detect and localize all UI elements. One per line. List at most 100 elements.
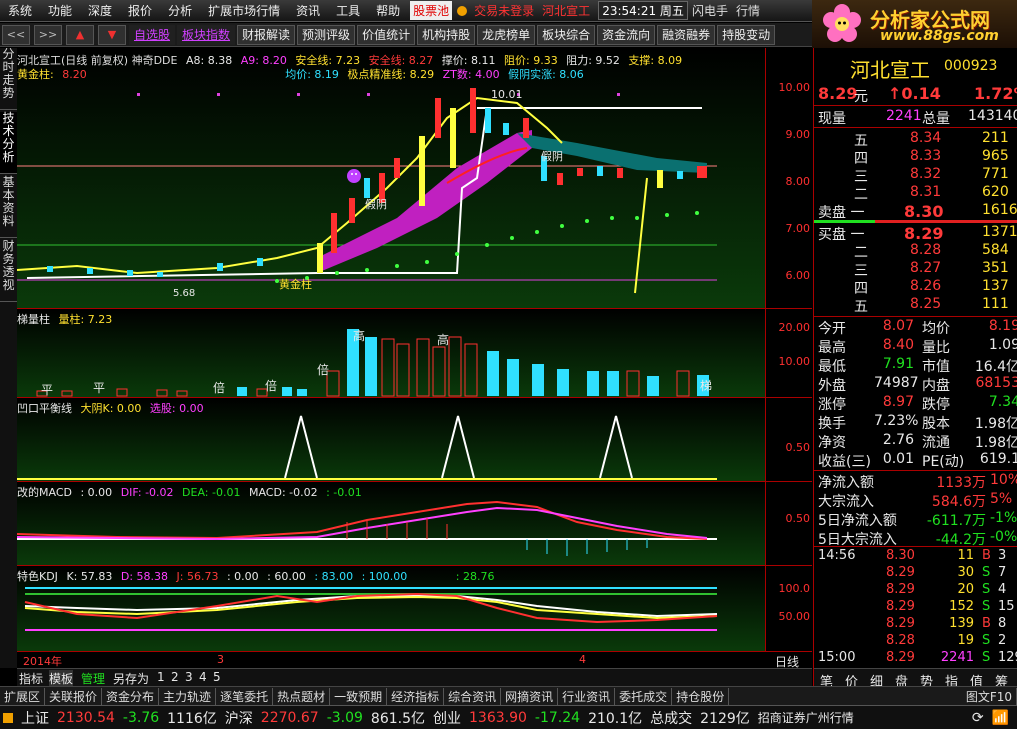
function-tab[interactable]: 持仓股份 (672, 687, 730, 705)
financial-report-button[interactable]: 财报解读 (237, 24, 296, 45)
ask-volume: 1616 (982, 202, 1017, 218)
ask-level: 卖盘 一 (818, 205, 865, 221)
function-tab[interactable]: 行业资讯 (558, 687, 616, 705)
ask-volume: 620 (982, 184, 1009, 200)
menu-item-analysis[interactable]: 分析 (160, 2, 200, 19)
prev-page-icon[interactable]: << (2, 24, 30, 45)
volume-chart (36, 329, 709, 397)
function-tab[interactable]: 关联报价 (45, 687, 103, 705)
function-tab[interactable]: 资金分布 (102, 687, 160, 705)
chart-area[interactable]: 河北宣工(日线 前复权) 神奇DDE A8: 8.38 A9: 8.20 安全线… (17, 48, 812, 669)
network-icon[interactable]: 📶 (992, 710, 1009, 726)
function-tab[interactable]: 委托成交 (615, 687, 673, 705)
tab-template[interactable]: 模板 (49, 670, 74, 687)
function-tab[interactable]: 经济指标 (387, 687, 445, 705)
stock-code: 000923 (944, 58, 998, 74)
ask-row[interactable]: 五 8.34 211 (818, 130, 1017, 149)
current-stock-label: 河北宣工 (542, 4, 591, 18)
ask-row[interactable]: 三 8.32 771 (818, 166, 1017, 185)
dragon-tiger-button[interactable]: 龙虎榜单 (477, 24, 536, 45)
macd-v0: : 0.00 (80, 486, 113, 499)
hs-value: 2270.67 (260, 709, 319, 726)
tick-price: 8.29 (886, 616, 915, 631)
bid-row[interactable]: 三 8.27 351 (818, 260, 1017, 279)
tab-profile[interactable]: 基本资料 (0, 176, 17, 238)
balance-panel[interactable]: 凹口平衡线 大阴K: 0.00 选股: 0.00 (17, 398, 765, 481)
market-button[interactable]: 行情 (732, 2, 764, 19)
next-page-icon[interactable]: >> (34, 24, 62, 45)
menu-item-extended-market[interactable]: 扩展市场行情 (200, 2, 288, 19)
site-logo: 分析家公式网 www.88gs.com (812, 0, 1017, 48)
ask-price: 8.31 (910, 184, 942, 200)
menu-item-function[interactable]: 功能 (40, 2, 80, 19)
cy-label[interactable]: 创业 (433, 708, 461, 728)
vol-label: 平 (93, 381, 106, 395)
tick: 0.50 (785, 441, 811, 454)
tab-1[interactable]: 1 (157, 670, 165, 684)
institution-holdings-button[interactable]: 机构持股 (417, 24, 476, 45)
macd-panel[interactable]: 改的MACD : 0.00 DIF: -0.02 DEA: -0.01 MACD… (17, 482, 765, 565)
kline-panel[interactable]: 河北宣工(日线 前复权) 神奇DDE A8: 8.38 A9: 8.20 安全线… (17, 48, 765, 308)
bid-row[interactable]: 买盘 一 8.29 1371 (818, 224, 1017, 243)
menu-item-help[interactable]: 帮助 (368, 2, 408, 19)
tick-row: 14:56 8.30 11 B 3 (818, 548, 1017, 566)
function-tab[interactable]: 热点题材 (273, 687, 331, 705)
avg-price: 均价: 8.19 (285, 68, 339, 81)
sh-label[interactable]: 上证 (21, 708, 49, 728)
tab-3[interactable]: 3 (185, 670, 193, 684)
menu-item-news[interactable]: 资讯 (288, 2, 328, 19)
arrow-up-icon[interactable]: ▲ (66, 24, 94, 45)
capital-flow-button[interactable]: 资金流向 (597, 24, 656, 45)
tab-technical[interactable]: 技术分析 (0, 112, 17, 174)
flow-label: 净流入额 (818, 475, 874, 491)
tab-financial[interactable]: 财务透视 (0, 240, 17, 302)
refresh-icon[interactable]: ⟳ (972, 710, 984, 726)
flash-trade-button[interactable]: 闪电手 (688, 2, 732, 19)
kdj-panel[interactable]: 特色KDJ K: 57.83 D: 58.38 J: 56.73 : 0.00 … (17, 566, 765, 651)
function-tab[interactable]: 扩展区 (0, 687, 46, 705)
bid-price: 8.28 (910, 242, 942, 258)
ask-price: 8.30 (904, 202, 944, 221)
tick-price: 8.29 (886, 599, 915, 614)
menu-item-system[interactable]: 系统 (0, 2, 40, 19)
arrow-down-icon[interactable]: ▼ (98, 24, 126, 45)
stat-row: 涨停 8.97 跌停 7.34 (818, 394, 1017, 413)
tab-manage[interactable]: 管理 (81, 670, 105, 687)
ask-row[interactable]: 二 8.31 620 (818, 184, 1017, 203)
f10-button[interactable]: 图文F10 (962, 687, 1017, 705)
flow-pct: 5% (990, 491, 1013, 507)
bid-row[interactable]: 二 8.28 584 (818, 242, 1017, 261)
tab-4[interactable]: 4 (199, 670, 207, 684)
balance-title: 凹口平衡线 (17, 402, 72, 415)
tab-save-as[interactable]: 另存为 (113, 670, 149, 687)
bid-row[interactable]: 五 8.25 111 (818, 296, 1017, 315)
tab-indicator[interactable]: 指标 (19, 670, 43, 687)
menu-item-depth[interactable]: 深度 (80, 2, 120, 19)
value-stats-button[interactable]: 价值统计 (357, 24, 416, 45)
menu-item-quote[interactable]: 报价 (120, 2, 160, 19)
ask-row[interactable]: 卖盘 一 8.30 1616 (818, 202, 1017, 221)
tab-intraday[interactable]: 分时走势 (0, 48, 17, 110)
ask-level: 五 (854, 133, 868, 149)
function-tab[interactable]: 综合资讯 (444, 687, 502, 705)
forecast-rating-button[interactable]: 预测评级 (297, 24, 356, 45)
function-tab[interactable]: 逐笔委托 (216, 687, 274, 705)
tab-2[interactable]: 2 (171, 670, 179, 684)
hs-label[interactable]: 沪深 (225, 708, 253, 728)
sector-index-link[interactable]: 板块指数 (177, 24, 236, 45)
holding-changes-button[interactable]: 持股变动 (717, 24, 776, 45)
function-tab[interactable]: 网摘资讯 (501, 687, 559, 705)
menu-item-tools[interactable]: 工具 (328, 2, 368, 19)
tab-5[interactable]: 5 (213, 670, 221, 684)
margin-trading-button[interactable]: 融资融券 (657, 24, 716, 45)
trade-login-status[interactable]: 交易未登录 (470, 2, 538, 19)
volume-panel[interactable]: 梯量柱 量柱: 7.23 平 平 倍 倍 倍 高 高 梯 (17, 309, 765, 397)
bid-row[interactable]: 四 8.26 137 (818, 278, 1017, 297)
function-tab[interactable]: 一致预期 (330, 687, 388, 705)
ask-row[interactable]: 四 8.33 965 (818, 148, 1017, 167)
stat-label: 流通 (922, 435, 950, 451)
function-tab[interactable]: 主力轨迹 (159, 687, 217, 705)
watchlist-link[interactable]: 自选股 (129, 24, 176, 45)
stock-pool-button[interactable]: 股票池 (410, 1, 453, 20)
sector-overview-button[interactable]: 板块综合 (537, 24, 596, 45)
